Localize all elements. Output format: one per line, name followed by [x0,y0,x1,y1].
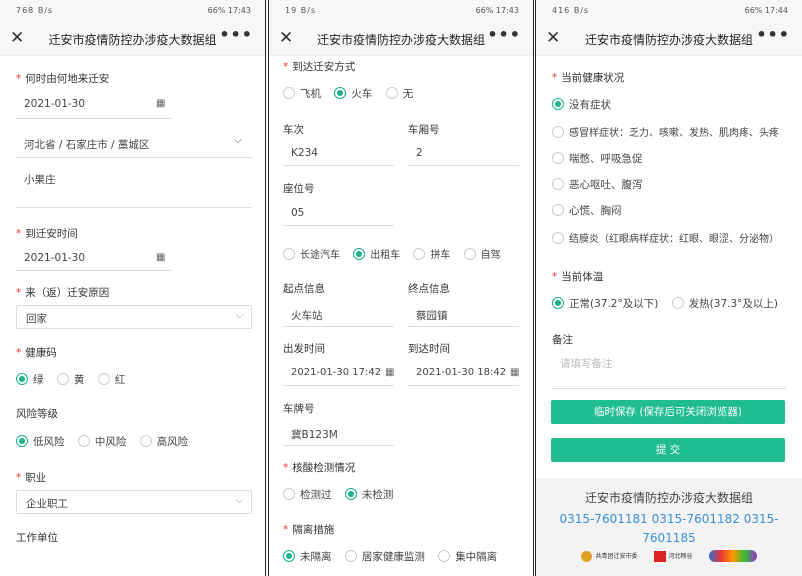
radio-no-isolation[interactable]: 未隔离 [283,550,332,563]
more-icon[interactable]: ••• [219,25,253,44]
partner-logos: 共青团迁安市委 河北畅谷 [536,550,802,562]
health-code-label: * 健康码 [16,347,57,359]
status-bar: 768 B/s 66% 17:43 [0,0,265,22]
job-label: * 职业 [16,472,47,484]
radio-taxi[interactable]: 出租车 [353,248,400,261]
depart-input[interactable]: 2021-01-30 17:42 [291,367,381,378]
radio-home[interactable]: 居家健康监测 [344,550,425,563]
title-bar: ✕ 迁安市疫情防控办涉疫大数据组 ••• [269,22,533,56]
health-code-radios: 绿 黄 红 [16,372,135,387]
title-bar: ✕ 迁安市疫情防控办涉疫大数据组 ••• [536,22,802,56]
calendar-icon[interactable]: ▦ [510,367,519,378]
plate-input[interactable]: 冀B123M [291,427,338,442]
radio-fever[interactable]: 发热(37.3°及以上) [671,297,778,310]
start-input[interactable]: 火车站 [291,308,323,323]
footer-title: 迁安市疫情防控办涉疫大数据组 [584,491,753,505]
temp-label: * 当前体温 [552,271,604,283]
network-speed: 768 B/s [16,6,54,15]
address-textarea[interactable]: 小果庄 [24,172,56,187]
title-bar: ✕ 迁安市疫情防控办涉疫大数据组 ••• [0,22,265,56]
note-textarea[interactable]: 请填写备注 [560,356,613,371]
isolation-label: * 隔离措施 [283,524,335,536]
chevron-down-icon: ⌵ [235,310,243,321]
plate-label: 车牌号 [283,403,315,415]
radio-none[interactable]: 无 [385,87,413,100]
train-input[interactable]: K234 [291,147,318,159]
screen-1: 768 B/s 66% 17:43 ✕ 迁安市疫情防控办涉疫大数据组 ••• * 何… [0,0,266,576]
screen-2: 19 B/s 66% 17:43 ✕ 迁安市疫情防控办涉疫大数据组 ••• * 到达… [268,0,534,576]
region-select[interactable]: 河北省 / 石家庄市 / 藁城区 [24,137,149,152]
isolation-radios: 未隔离 居家健康监测 集中隔离 [283,549,507,564]
chevron-down-icon[interactable]: ⌵ [234,134,242,147]
status-bar: 416 B/s 66% 17:44 [536,0,802,22]
contact-phones[interactable]: 0315-7601181 0315-7601182 0315-7601185 [536,510,802,548]
youth-league-logo: 共青团迁安市委 [581,550,638,562]
radio-high[interactable]: 高风险 [139,435,188,448]
seat-input[interactable]: 05 [291,207,304,219]
health-option[interactable]: 喘憋、呼吸急促 [552,151,653,166]
radio-mid[interactable]: 中风险 [77,435,126,448]
screen-3: 416 B/s 66% 17:44 ✕ 迁安市疫情防控办涉疫大数据组 ••• * 当… [535,0,802,576]
radio-bus[interactable]: 长途汽车 [283,248,340,261]
chevron-down-icon: ⌵ [235,495,243,506]
save-button[interactable]: 临时保存 (保存后可关闭浏览器) [551,400,785,424]
colorful-logo [708,550,757,562]
calendar-icon[interactable]: ▦ [156,252,165,263]
work-label: 工作单位 [16,532,58,544]
status-bar: 19 B/s 66% 17:43 [269,0,533,22]
health-option[interactable]: 结膜炎（红眼病样症状：红眼、眼涩、分泌物） [552,230,789,245]
health-label: * 当前健康状况 [552,72,625,84]
transfer-radios: 长途汽车 出租车 拼车 自驾 [283,246,511,261]
radio-train[interactable]: 火车 [334,87,372,100]
temp-radios: 正常(37.2°及以下) 发热(37.3°及以上) [552,296,788,311]
submit-button[interactable]: 提 交 [551,438,785,462]
reason-select[interactable]: 回家 ⌵ [16,305,252,329]
origin-date-input[interactable]: 2021-01-30 [24,98,85,110]
radio-carpool[interactable]: 拼车 [413,248,450,261]
car-input[interactable]: 2 [416,147,423,159]
health-option[interactable]: 没有症状 [552,97,621,112]
end-input[interactable]: 蔡园镇 [416,308,448,323]
mode-label: * 到达迁安方式 [283,61,356,73]
seat-label: 座位号 [283,183,315,195]
radio-yellow[interactable]: 黄 [56,373,84,386]
job-select[interactable]: 企业职工 ⌵ [16,490,252,514]
risk-label: 风险等级 [16,408,58,420]
arrive-label: * 到迁安时间 [16,228,78,240]
radio-selfdrive[interactable]: 自驾 [463,248,501,261]
nucleic-radios: 检测过 未检测 [283,487,403,502]
calendar-icon[interactable]: ▦ [385,367,394,378]
car-label: 车厢号 [408,124,440,136]
radio-normal[interactable]: 正常(37.2°及以下) [552,297,658,310]
origin-label: * 何时由何地来迁安 [16,73,110,85]
radio-plane[interactable]: 飞机 [283,87,321,100]
radio-green[interactable]: 绿 [16,373,44,386]
radio-tested[interactable]: 检测过 [283,488,332,501]
start-label: 起点信息 [283,283,325,295]
nucleic-label: * 核酸检测情况 [283,462,356,474]
battery-time: 66% 17:43 [207,6,251,15]
footer: 迁安市疫情防控办涉疫大数据组 0315-7601181 0315-7601182… [536,478,802,576]
radio-low[interactable]: 低风险 [16,435,65,448]
note-label: 备注 [552,334,573,346]
mode-radios: 飞机 火车 无 [283,86,423,101]
health-option[interactable]: 恶心呕吐、腹泻 [552,177,653,192]
reason-label: * 来（返）迁安原因 [16,287,110,299]
risk-radios: 低风险 中风险 高风险 [16,434,198,449]
arrival-input[interactable]: 2021-01-30 18:42 [416,367,506,378]
depart-label: 出发时间 [283,343,325,355]
radio-red[interactable]: 红 [97,373,125,386]
radio-untested[interactable]: 未检测 [344,488,393,501]
hebei-logo: 河北畅谷 [653,550,693,562]
arrival-label: 到达时间 [408,343,450,355]
more-icon[interactable]: ••• [756,25,790,44]
health-option[interactable]: 感冒样症状：乏力、咳嗽、发热、肌肉疼、头疼 [552,124,789,139]
health-option[interactable]: 心慌、胸闷 [552,203,632,218]
more-icon[interactable]: ••• [487,25,521,44]
radio-central[interactable]: 集中隔离 [438,550,497,563]
end-label: 终点信息 [408,283,450,295]
calendar-icon[interactable]: ▦ [156,98,165,109]
arrive-date-input[interactable]: 2021-01-30 [24,252,85,264]
train-label: 车次 [283,124,304,136]
